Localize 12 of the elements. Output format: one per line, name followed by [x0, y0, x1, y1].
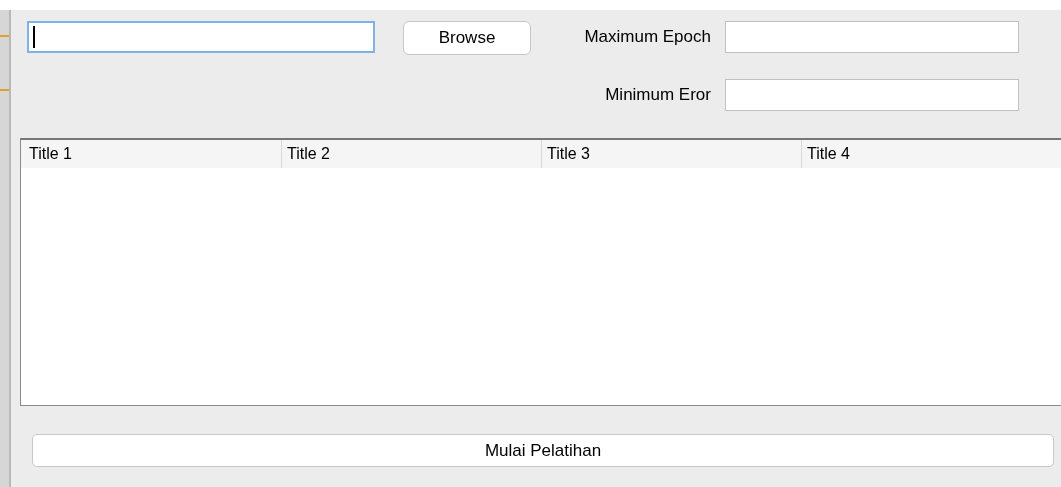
field-label: Minimum Eror [604, 84, 712, 107]
browse-button[interactable]: Browse [403, 21, 531, 55]
column-header[interactable]: Title 1 [29, 142, 72, 166]
start-button[interactable]: Mulai Pelatihan [32, 434, 1054, 467]
input-field[interactable] [725, 21, 1019, 53]
field-label: Maximum Epoch [583, 26, 712, 49]
file-path-field[interactable] [27, 21, 375, 53]
column-header[interactable]: Title 2 [287, 142, 330, 166]
column-header[interactable]: Title 3 [547, 142, 590, 166]
input-field[interactable] [725, 79, 1019, 111]
column-header[interactable]: Title 4 [807, 142, 850, 166]
text-caret [33, 26, 35, 48]
